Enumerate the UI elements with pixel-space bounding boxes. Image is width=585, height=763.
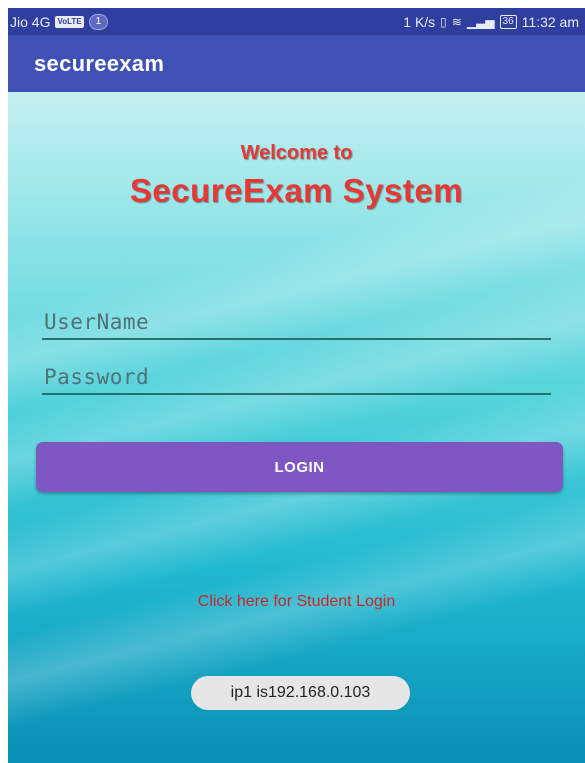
student-login-link[interactable]: Click here for Student Login (8, 593, 585, 611)
welcome-text: Welcome to (240, 142, 353, 164)
login-button[interactable]: LOGIN (36, 442, 563, 492)
username-input[interactable] (42, 306, 551, 338)
status-right: 1 K/s ▯ ≋ ▁▃▅ 36 11:32 am (403, 14, 579, 30)
carrier-label: Jio 4G (10, 13, 51, 30)
battery-icon: 36 (499, 14, 517, 29)
system-title: SecureExam System (129, 172, 464, 209)
password-field[interactable] (42, 361, 551, 395)
status-left: Jio 4G VoLTE 1 (10, 13, 109, 30)
vibrate-icon: ▯ (440, 14, 447, 29)
username-field[interactable] (42, 306, 551, 340)
wifi-icon: ≋ (451, 14, 462, 29)
password-input[interactable] (42, 361, 551, 393)
app-title: secureexam (34, 50, 165, 76)
login-screen: Welcome to SecureExam System LOGIN Click… (8, 92, 585, 763)
status-bar: Jio 4G VoLTE 1 1 K/s ▯ ≋ ▁▃▅ 36 11:32 am (8, 8, 585, 35)
notification-count-badge: 1 (88, 13, 109, 30)
app-bar: secureexam (8, 35, 585, 92)
phone-screen: Jio 4G VoLTE 1 1 K/s ▯ ≋ ▁▃▅ 36 11:32 am… (8, 8, 585, 763)
signal-icon: ▁▃▅ (466, 14, 495, 29)
ip-toast: ip1 is192.168.0.103 (191, 676, 410, 710)
network-speed: 1 K/s (403, 13, 436, 30)
ip-toast-text: ip1 is192.168.0.103 (230, 684, 371, 701)
clock: 11:32 am (521, 13, 579, 30)
volte-badge: VoLTE (55, 15, 84, 28)
